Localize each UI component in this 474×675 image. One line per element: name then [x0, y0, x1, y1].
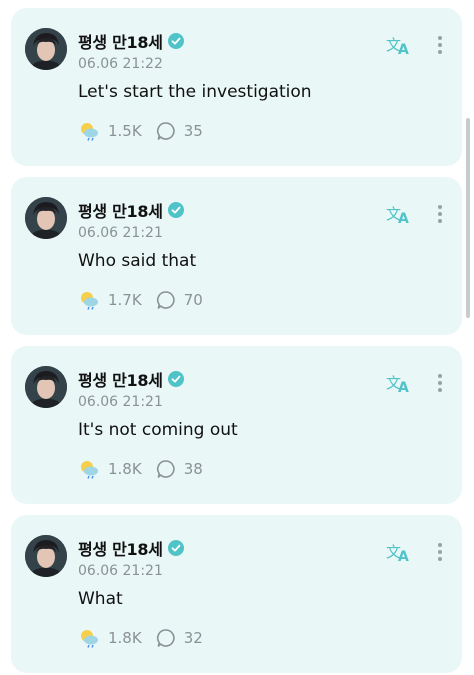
comment-button[interactable]: 32	[156, 628, 203, 648]
reaction-count: 1.8K	[108, 460, 142, 478]
verified-check-icon	[167, 371, 184, 387]
post-text: Who said that	[78, 251, 197, 271]
author-row: 평생 만18세	[78, 199, 184, 221]
comment-count: 70	[183, 291, 203, 309]
post-timestamp: 06.06 21:21	[78, 563, 163, 579]
author-row: 평생 만18세	[78, 368, 184, 390]
scrollbar[interactable]	[466, 118, 470, 318]
post-stats: 1.8K 32	[78, 627, 217, 649]
comment-button[interactable]: 35	[156, 121, 203, 141]
post-stats: 1.7K 70	[78, 289, 217, 311]
more-vertical-icon[interactable]	[431, 34, 449, 56]
comment-count: 32	[183, 629, 203, 647]
weather-reaction-icon	[78, 459, 100, 479]
post-timestamp: 06.06 21:22	[78, 56, 163, 72]
author-name: 평생 만18세	[78, 202, 163, 221]
avatar[interactable]	[25, 366, 67, 408]
reaction-button[interactable]: 1.5K	[78, 121, 142, 141]
author-row: 평생 만18세	[78, 30, 184, 52]
comment-bubble-icon	[156, 290, 176, 310]
svg-text:A: A	[398, 549, 409, 563]
post-text: Let's start the investigation	[78, 82, 312, 102]
avatar[interactable]	[25, 28, 67, 70]
translate-icon[interactable]: 文A	[386, 541, 412, 565]
post-card[interactable]: 평생 만18세 06.06 21:21 Who said that 文A 1.7…	[11, 177, 462, 335]
post-timestamp: 06.06 21:21	[78, 225, 163, 241]
author-name: 평생 만18세	[78, 540, 163, 559]
author-name: 평생 만18세	[78, 371, 163, 390]
comment-count: 35	[183, 122, 203, 140]
comment-bubble-icon	[156, 459, 176, 479]
post-feed: 평생 만18세 06.06 21:22 Let's start the inve…	[0, 0, 474, 675]
verified-check-icon	[167, 33, 184, 49]
post-card[interactable]: 평생 만18세 06.06 21:21 It's not coming out …	[11, 346, 462, 504]
weather-reaction-icon	[78, 628, 100, 648]
verified-check-icon	[167, 540, 184, 556]
translate-icon[interactable]: 文A	[386, 203, 412, 227]
reaction-count: 1.7K	[108, 291, 142, 309]
svg-text:A: A	[398, 211, 409, 225]
verified-check-icon	[167, 202, 184, 218]
comment-button[interactable]: 70	[156, 290, 203, 310]
post-text: What	[78, 589, 123, 609]
reaction-button[interactable]: 1.8K	[78, 459, 142, 479]
weather-reaction-icon	[78, 290, 100, 310]
weather-reaction-icon	[78, 121, 100, 141]
reaction-count: 1.8K	[108, 629, 142, 647]
comment-count: 38	[183, 460, 203, 478]
svg-text:A: A	[398, 42, 409, 56]
svg-text:A: A	[398, 380, 409, 394]
author-name: 평생 만18세	[78, 33, 163, 52]
author-row: 평생 만18세	[78, 537, 184, 559]
more-vertical-icon[interactable]	[431, 203, 449, 225]
reaction-button[interactable]: 1.7K	[78, 290, 142, 310]
comment-bubble-icon	[156, 628, 176, 648]
post-text: It's not coming out	[78, 420, 238, 440]
post-timestamp: 06.06 21:21	[78, 394, 163, 410]
post-stats: 1.8K 38	[78, 458, 217, 480]
avatar[interactable]	[25, 197, 67, 239]
post-card[interactable]: 평생 만18세 06.06 21:22 Let's start the inve…	[11, 8, 462, 166]
reaction-count: 1.5K	[108, 122, 142, 140]
comment-button[interactable]: 38	[156, 459, 203, 479]
post-stats: 1.5K 35	[78, 120, 217, 142]
translate-icon[interactable]: 文A	[386, 34, 412, 58]
more-vertical-icon[interactable]	[431, 372, 449, 394]
translate-icon[interactable]: 文A	[386, 372, 412, 396]
reaction-button[interactable]: 1.8K	[78, 628, 142, 648]
more-vertical-icon[interactable]	[431, 541, 449, 563]
post-card[interactable]: 평생 만18세 06.06 21:21 What 文A 1.8K 32	[11, 515, 462, 673]
avatar[interactable]	[25, 535, 67, 577]
comment-bubble-icon	[156, 121, 176, 141]
